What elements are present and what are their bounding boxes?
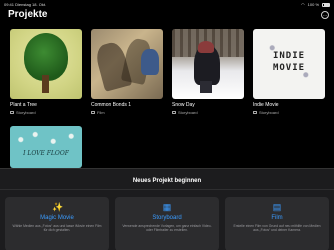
thumbnail-text: I LOVE FLOOF <box>23 150 69 157</box>
new-project-sheet: Neues Projekt beginnen ✨ Magic Movie Wäh… <box>0 168 334 250</box>
legs-shape <box>200 81 212 93</box>
film-type-icon <box>91 111 95 114</box>
option-label: Magic Movie <box>40 215 74 221</box>
magic-wand-icon: ✨ <box>52 202 64 212</box>
status-right: ◠ 100 % <box>301 2 330 7</box>
battery-percent: 100 % <box>307 2 319 7</box>
ellipsis-icon: … <box>322 12 328 18</box>
option-label: Storyboard <box>152 215 182 221</box>
option-description: Verwende ansprechende Vorlagen, um ganz … <box>122 224 212 233</box>
film-icon: ▤ <box>272 202 282 212</box>
project-type: Storyboard <box>172 110 244 115</box>
project-card[interactable]: Snow Day Storyboard <box>172 29 244 115</box>
child-figure <box>141 49 159 75</box>
storyboard-type-icon <box>10 111 14 114</box>
battery-icon <box>322 2 330 7</box>
option-label: Film <box>271 215 283 221</box>
thumbnail-text: MOVIE <box>272 63 306 73</box>
project-thumbnail[interactable]: I LOVE FLOOF <box>10 126 82 168</box>
thumbnail-text: INDIE <box>272 51 306 61</box>
storyboard-type-icon <box>172 111 176 114</box>
page-title: Projekte <box>8 9 48 20</box>
status-time: 09:41 Dienstag 18. Okt. <box>4 2 47 7</box>
divider <box>0 189 334 190</box>
option-description: Erstelle einen Film von Grund auf neu mi… <box>233 224 321 233</box>
project-title: Common Bonds 1 <box>91 102 132 108</box>
project-title: Snow Day <box>172 102 195 108</box>
more-options-button[interactable]: … <box>321 11 329 19</box>
project-thumbnail[interactable]: INDIE MOVIE <box>253 29 325 99</box>
wifi-icon: ◠ <box>301 2 305 7</box>
option-description: Wähle Medien aus „Fotos“ aus und lasse i… <box>12 224 102 233</box>
tree-crown <box>24 33 68 81</box>
magic-movie-button[interactable]: ✨ Magic Movie Wähle Medien aus „Fotos“ a… <box>5 197 109 250</box>
project-card[interactable]: Plant a Tree Storyboard <box>10 29 82 115</box>
storyboard-button[interactable]: ▦ Storyboard Verwende ansprechende Vorla… <box>115 197 219 250</box>
project-type: Film <box>91 110 163 115</box>
film-button[interactable]: ▤ Film Erstelle einen Film von Grund auf… <box>225 197 329 250</box>
project-thumbnail[interactable] <box>10 29 82 99</box>
storyboard-type-icon <box>253 111 257 114</box>
project-thumbnail[interactable] <box>91 29 163 99</box>
project-thumbnail[interactable] <box>172 29 244 99</box>
tree-trunk <box>42 75 49 93</box>
storyboard-icon: ▦ <box>162 202 172 212</box>
project-card[interactable]: Common Bonds 1 Film <box>91 29 163 115</box>
project-type: Storyboard <box>10 110 82 115</box>
project-card[interactable]: I LOVE FLOOF <box>10 126 82 168</box>
hat-shape <box>198 41 214 53</box>
project-title: Indie Movie <box>253 102 279 108</box>
sheet-title: Neues Projekt beginnen <box>132 178 202 184</box>
status-bar: 09:41 Dienstag 18. Okt. ◠ 100 % <box>0 0 334 8</box>
project-title: Plant a Tree <box>10 102 37 108</box>
project-type: Storyboard <box>253 110 325 115</box>
project-card[interactable]: INDIE MOVIE Indie Movie Storyboard <box>253 29 325 115</box>
